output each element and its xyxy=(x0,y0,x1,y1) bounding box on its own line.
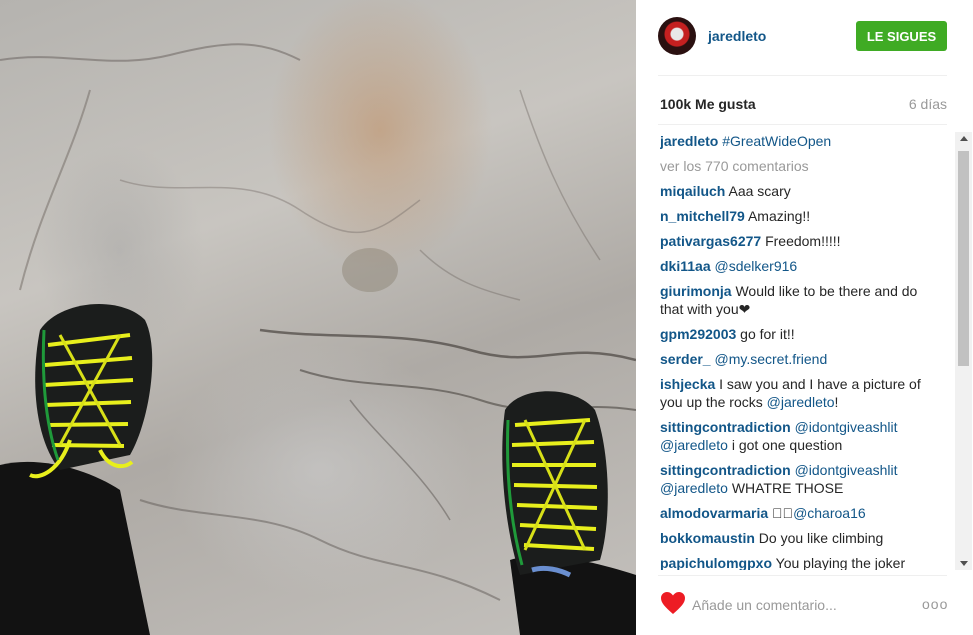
caption-username[interactable]: jaredleto xyxy=(660,133,718,149)
comment-mention[interactable]: @jaredleto xyxy=(660,437,728,453)
scrollbar-thumb[interactable] xyxy=(958,151,969,366)
comment-mention[interactable]: @my.secret.friend xyxy=(714,351,827,367)
comment-text: go for it!! xyxy=(740,326,795,342)
comment-username[interactable]: miqailuch xyxy=(660,183,725,199)
comment-item: miqailuch Aaa scary xyxy=(660,182,922,207)
comment-username[interactable]: ishjecka xyxy=(660,376,715,392)
comment-mention[interactable]: @charoa16 xyxy=(793,505,866,521)
following-button[interactable]: LE SIGUES xyxy=(856,21,947,51)
comment-item: sittingcontradiction @idontgiveashlit @j… xyxy=(660,461,922,504)
comments-list[interactable]: jaredleto #GreatWideOpen ver los 770 com… xyxy=(660,132,960,570)
caption-hashtag[interactable]: #GreatWideOpen xyxy=(722,133,831,149)
comment-username[interactable]: n_mitchell79 xyxy=(660,208,745,224)
post-photo-image xyxy=(0,43,636,635)
avatar[interactable] xyxy=(658,17,696,55)
likes-count[interactable]: 100k Me gusta xyxy=(660,96,756,112)
comment-text-suffix: ! xyxy=(834,394,839,410)
caption: jaredleto #GreatWideOpen xyxy=(660,132,922,157)
comment-item: ishjecka I saw you and I have a picture … xyxy=(660,375,922,418)
comment-item: gpm292003 go for it!! xyxy=(660,325,922,350)
comment-item: pativargas6277 Freedom!!!!! xyxy=(660,232,922,257)
comment-mention[interactable]: @jaredleto xyxy=(767,394,835,410)
comment-item: n_mitchell79 Amazing!! xyxy=(660,207,922,232)
comment-mention[interactable]: @sdelker916 xyxy=(715,258,798,274)
comment-username[interactable]: sittingcontradiction xyxy=(660,419,791,435)
comment-item: dki11aa @sdelker916 xyxy=(660,257,922,282)
comment-mention[interactable]: @idontgiveashlit xyxy=(795,462,898,478)
like-heart-icon[interactable] xyxy=(660,591,686,615)
comment-username[interactable]: giurimonja xyxy=(660,283,732,299)
comment-item: giurimonja Would like to be there and do… xyxy=(660,282,922,325)
divider xyxy=(658,75,947,76)
comment-mention[interactable]: @jaredleto xyxy=(660,480,728,496)
comment-username[interactable]: serder_ xyxy=(660,351,711,367)
comment-username[interactable]: dki11aa xyxy=(660,258,711,274)
comment-text: Aaa scary xyxy=(728,183,791,199)
post-photo[interactable] xyxy=(0,0,636,635)
divider xyxy=(658,575,947,576)
comment-username[interactable]: bokkomaustin xyxy=(660,530,755,546)
post-age[interactable]: 6 días xyxy=(909,96,947,112)
comment-username[interactable]: papichulomgpxo xyxy=(660,555,772,570)
comment-item: papichulomgpxo You playing the joker xyxy=(660,554,922,570)
comment-item: bokkomaustin Do you like climbing xyxy=(660,529,922,554)
post-details-panel: jaredleto LE SIGUES 100k Me gusta 6 días… xyxy=(636,0,973,635)
comment-item: almodovarmaria ⃞⃞@charoa16 xyxy=(660,504,922,529)
comment-text: Freedom!!!!! xyxy=(765,233,841,249)
scroll-up-arrow-icon[interactable] xyxy=(960,136,968,141)
comments-scrollbar[interactable] xyxy=(955,132,972,570)
comment-text: i got one question xyxy=(731,437,843,453)
comment-username[interactable]: gpm292003 xyxy=(660,326,736,342)
comment-username[interactable]: pativargas6277 xyxy=(660,233,761,249)
comment-item: sittingcontradiction @idontgiveashlit @j… xyxy=(660,418,922,461)
comment-text: WHATRE THOSE xyxy=(731,480,844,496)
view-all-comments-link[interactable]: ver los 770 comentarios xyxy=(660,157,960,182)
comment-text: Do you like climbing xyxy=(758,530,884,546)
comment-text: You playing the joker xyxy=(775,555,906,570)
header-username[interactable]: jaredleto xyxy=(708,28,766,44)
more-options-button[interactable]: ooo xyxy=(922,596,948,612)
comment-mention[interactable]: @idontgiveashlit xyxy=(795,419,898,435)
scroll-down-arrow-icon[interactable] xyxy=(960,561,968,566)
comment-username[interactable]: sittingcontradiction xyxy=(660,462,791,478)
comment-text: Amazing!! xyxy=(747,208,811,224)
comment-item: serder_ @my.secret.friend xyxy=(660,350,922,375)
comment-username[interactable]: almodovarmaria xyxy=(660,505,768,521)
divider xyxy=(658,124,947,125)
add-comment-input[interactable] xyxy=(692,594,912,616)
